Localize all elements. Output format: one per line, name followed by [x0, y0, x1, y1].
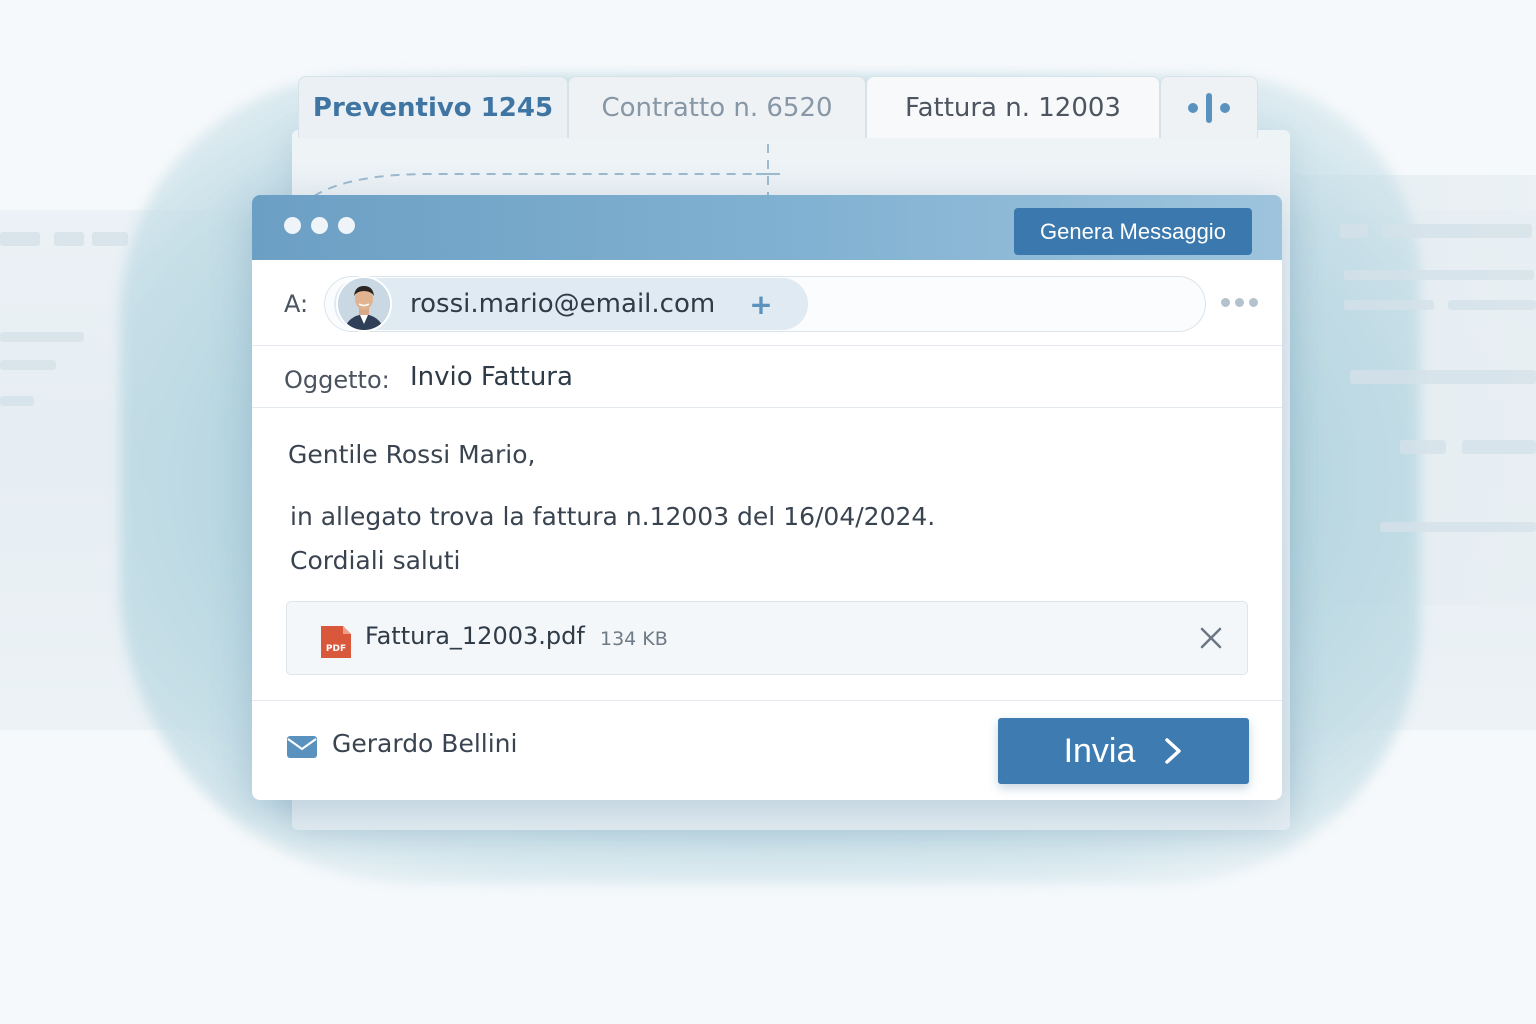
chevron-right-icon	[1165, 738, 1182, 764]
message-closing[interactable]: Cordiali saluti	[290, 546, 460, 575]
background-line	[1340, 224, 1368, 238]
tab-preventivo[interactable]: Preventivo 1245	[298, 76, 568, 138]
send-button[interactable]: Invia	[998, 718, 1249, 784]
recipient-email: rossi.mario@email.com	[410, 289, 716, 319]
split-view-icon	[1188, 102, 1198, 113]
window-controls	[284, 217, 355, 234]
window-titlebar: Genera Messaggio	[252, 195, 1282, 260]
background-line	[1462, 440, 1536, 454]
pdf-icon-label: PDF	[326, 644, 346, 654]
person-avatar-icon	[338, 278, 390, 330]
attachment-item[interactable]: PDF Fattura_12003.pdf 134 KB	[286, 601, 1248, 675]
compose-footer: Gerardo Bellini Invia	[252, 700, 1282, 800]
message-line[interactable]: in allegato trova la fattura n.12003 del…	[290, 502, 935, 531]
background-line	[1382, 224, 1532, 238]
document-tabs: Preventivo 1245 Contratto n. 6520 Fattur…	[298, 76, 1258, 138]
background-line	[1400, 440, 1446, 454]
tab-contratto[interactable]: Contratto n. 6520	[568, 76, 866, 138]
background-line	[54, 232, 84, 246]
background-line	[92, 232, 128, 246]
background-line	[0, 360, 56, 370]
compose-window: Genera Messaggio A: rossi.mario@email.co…	[252, 195, 1282, 800]
subject-row: Oggetto: Invio Fattura	[252, 346, 1282, 408]
tab-connector-line	[313, 144, 780, 198]
split-view-button[interactable]	[1160, 76, 1258, 138]
background-line	[0, 396, 34, 406]
background-line	[1344, 300, 1434, 310]
split-view-icon	[1206, 92, 1212, 123]
avatar	[336, 276, 392, 332]
generate-message-button[interactable]: Genera Messaggio	[1014, 208, 1252, 255]
recipient-row: A: rossi.mario@email.com +	[252, 260, 1282, 346]
to-label: A:	[284, 290, 309, 318]
background-line	[1344, 270, 1534, 280]
background-fade	[0, 804, 1536, 1024]
tab-fattura[interactable]: Fattura n. 12003	[866, 76, 1160, 138]
close-icon[interactable]	[1197, 624, 1225, 652]
plus-icon[interactable]: +	[749, 288, 772, 321]
sender-name: Gerardo Bellini	[332, 729, 518, 758]
attachment-name: Fattura_12003.pdf	[365, 622, 585, 650]
background-line	[1448, 300, 1536, 310]
envelope-icon	[287, 736, 317, 758]
attachment-size: 134 KB	[600, 628, 668, 650]
subject-label: Oggetto:	[284, 366, 390, 394]
window-control-dot[interactable]	[311, 217, 328, 234]
window-control-dot[interactable]	[284, 217, 301, 234]
recipient-chip[interactable]: rossi.mario@email.com +	[334, 276, 808, 332]
background-line	[1350, 370, 1536, 384]
send-button-label: Invia	[1063, 731, 1136, 770]
pdf-file-icon: PDF	[321, 626, 351, 658]
background-line	[0, 232, 40, 246]
background-line	[0, 332, 84, 342]
message-greeting[interactable]: Gentile Rossi Mario,	[288, 440, 535, 469]
subject-input[interactable]: Invio Fattura	[410, 362, 573, 392]
split-view-icon	[1220, 102, 1230, 113]
more-dots-icon[interactable]	[1221, 298, 1258, 307]
background-line	[1380, 522, 1536, 532]
window-control-dot[interactable]	[338, 217, 355, 234]
